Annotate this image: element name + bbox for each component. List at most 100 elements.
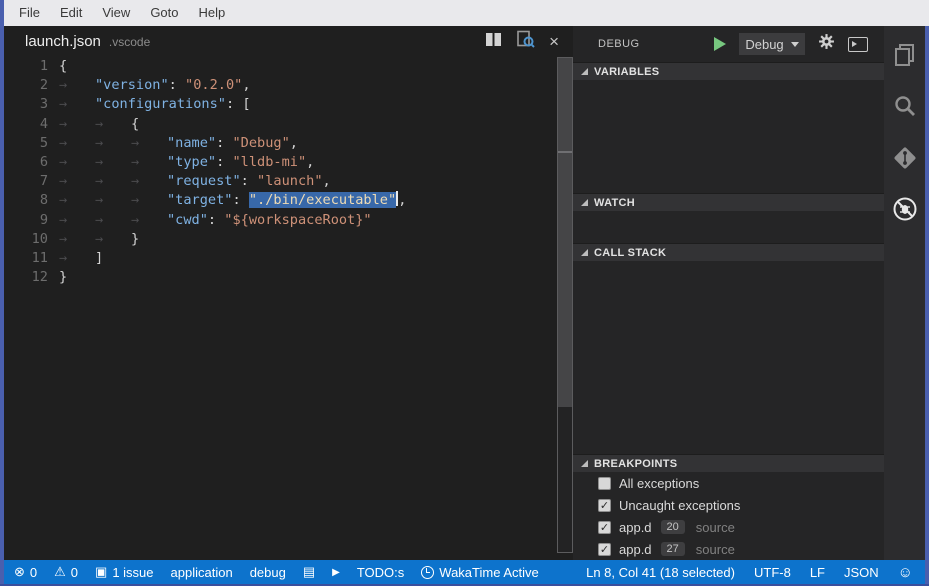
line-text: →→{ <box>59 115 139 134</box>
debug-icon[interactable] <box>892 196 918 222</box>
sidebar-title: DEBUG <box>598 38 640 50</box>
token: } <box>131 231 139 247</box>
close-icon[interactable]: × <box>549 34 559 50</box>
breakpoint-item[interactable]: ✓app.d20source <box>573 516 884 538</box>
status-issues[interactable]: ▣1 issue <box>95 564 154 580</box>
checkbox[interactable]: ✓ <box>598 499 611 512</box>
status-application[interactable]: application <box>171 565 233 580</box>
start-debug-icon[interactable] <box>714 37 726 51</box>
explorer-icon[interactable] <box>892 42 918 68</box>
scrollbar-divider <box>558 151 572 153</box>
section-header-breakpoints[interactable]: BREAKPOINTS <box>573 454 884 472</box>
line-text: →→→"type": "lldb-mi", <box>59 153 314 172</box>
split-editor-icon[interactable] <box>485 32 502 52</box>
token: , <box>323 173 331 189</box>
code-line[interactable]: 9→→→"cwd": "${workspaceRoot}" <box>4 211 557 230</box>
token: , <box>398 192 406 208</box>
checkbox[interactable]: ✓ <box>598 521 611 534</box>
section-header-watch[interactable]: WATCH <box>573 193 884 211</box>
section-header-call-stack[interactable]: CALL STACK <box>573 243 884 261</box>
line-number[interactable]: 7 <box>4 172 48 191</box>
error-icon: ⊗ <box>14 564 25 580</box>
whitespace-arrow-icon: → <box>59 153 95 172</box>
editor-actions: × <box>485 30 573 53</box>
breakpoint-item[interactable]: ✓app.d27source <box>573 538 884 560</box>
open-preview-icon[interactable] <box>516 30 535 53</box>
line-number[interactable]: 4 <box>4 115 48 134</box>
code-line[interactable]: 7 →→→"request": "launch", <box>4 172 557 191</box>
status-language-mode[interactable]: JSON <box>844 565 879 580</box>
menu-help[interactable]: Help <box>189 0 236 26</box>
breakpoint-item[interactable]: ✓Uncaught exceptions <box>573 494 884 516</box>
search-icon[interactable] <box>892 93 918 119</box>
line-number[interactable]: 2 <box>4 76 48 95</box>
menu-goto[interactable]: Goto <box>140 0 188 26</box>
code-line[interactable]: 1{ <box>4 57 557 76</box>
checkbox[interactable]: ✓ <box>598 543 611 556</box>
code-line[interactable]: 4 →→{ <box>4 115 557 134</box>
status-wakatime[interactable]: WakaTime Active <box>421 565 538 580</box>
status-feedback[interactable]: ☺ <box>898 564 913 581</box>
line-text: →"version": "0.2.0", <box>59 76 251 95</box>
editor-scrollbar[interactable] <box>557 57 573 553</box>
gear-icon[interactable] <box>818 33 835 55</box>
whitespace-arrow-icon: → <box>131 153 167 172</box>
line-number[interactable]: 5 <box>4 134 48 153</box>
code-editor[interactable]: 1{2→"version": "0.2.0",3→"configurations… <box>4 57 557 287</box>
status-eol[interactable]: LF <box>810 565 825 580</box>
status-encoding[interactable]: UTF-8 <box>754 565 791 580</box>
token: "lldb-mi" <box>232 154 306 170</box>
twistie-icon <box>581 199 588 206</box>
line-number[interactable]: 6 <box>4 153 48 172</box>
line-number[interactable]: 9 <box>4 211 48 230</box>
whitespace-arrow-icon: → <box>95 115 131 134</box>
status-run-task[interactable]: ▶ <box>332 567 340 578</box>
menu-view[interactable]: View <box>92 0 140 26</box>
whitespace-arrow-icon: → <box>95 153 131 172</box>
scrollbar-thumb[interactable] <box>558 58 572 407</box>
breakpoint-suffix: source <box>696 542 735 557</box>
code-line[interactable]: 12} <box>4 268 557 287</box>
statusbar-right: Ln 8, Col 41 (18 selected) UTF-8 LF JSON ☺ <box>567 564 913 581</box>
code-line[interactable]: 2 →"version": "0.2.0", <box>4 76 557 95</box>
label: LF <box>810 565 825 580</box>
code-line[interactable]: 5 →→→"name": "Debug", <box>4 134 557 153</box>
line-text: →→→"name": "Debug", <box>59 134 298 153</box>
source-control-icon[interactable] <box>892 145 918 171</box>
token: "target" <box>167 192 232 208</box>
status-warnings[interactable]: ⚠0 <box>54 564 78 580</box>
line-number[interactable]: 10 <box>4 230 48 249</box>
code-line[interactable]: 6 →→→"type": "lldb-mi", <box>4 153 557 172</box>
menu-edit[interactable]: Edit <box>50 0 92 26</box>
token: "Debug" <box>232 135 289 151</box>
token: } <box>59 269 67 285</box>
line-text: →→→"target": "./bin/executable", <box>59 191 406 210</box>
status-errors[interactable]: ⊗0 <box>14 564 37 580</box>
code-line[interactable]: 11→] <box>4 249 557 268</box>
code-line[interactable]: 8 →→→"target": "./bin/executable", <box>4 191 557 210</box>
status-bar: ⊗0 ⚠0 ▣1 issue application debug ▤ ▶ TODO:s Waka… <box>4 560 925 584</box>
section-header-variables[interactable]: VARIABLES <box>573 62 884 80</box>
code-line[interactable]: 10→→} <box>4 230 557 249</box>
status-build-doc[interactable]: ▤ <box>303 564 315 580</box>
breakpoint-item[interactable]: All exceptions <box>573 472 884 494</box>
token: "configurations" <box>95 96 226 112</box>
whitespace-arrow-icon: → <box>95 172 131 191</box>
line-number[interactable]: 1 <box>4 57 48 76</box>
debug-config-dropdown[interactable]: Debug <box>739 33 805 55</box>
debug-console-icon[interactable] <box>848 37 868 52</box>
breakpoints-list: All exceptions✓Uncaught exceptions✓app.d… <box>573 472 884 560</box>
status-debug-task[interactable]: debug <box>250 565 286 580</box>
line-number[interactable]: 12 <box>4 268 48 287</box>
code-line[interactable]: 3→"configurations": [ <box>4 95 557 114</box>
menu-file[interactable]: File <box>9 0 50 26</box>
status-cursor-position[interactable]: Ln 8, Col 41 (18 selected) <box>586 565 735 580</box>
line-number[interactable]: 11 <box>4 249 48 268</box>
whitespace-arrow-icon: → <box>59 95 95 114</box>
warning-icon: ⚠ <box>54 564 66 580</box>
status-todos[interactable]: TODO:s <box>357 565 404 580</box>
checkbox[interactable] <box>598 477 611 490</box>
line-number[interactable]: 8 <box>4 191 48 210</box>
line-text: →→→"request": "launch", <box>59 172 331 191</box>
line-number[interactable]: 3 <box>4 95 48 114</box>
